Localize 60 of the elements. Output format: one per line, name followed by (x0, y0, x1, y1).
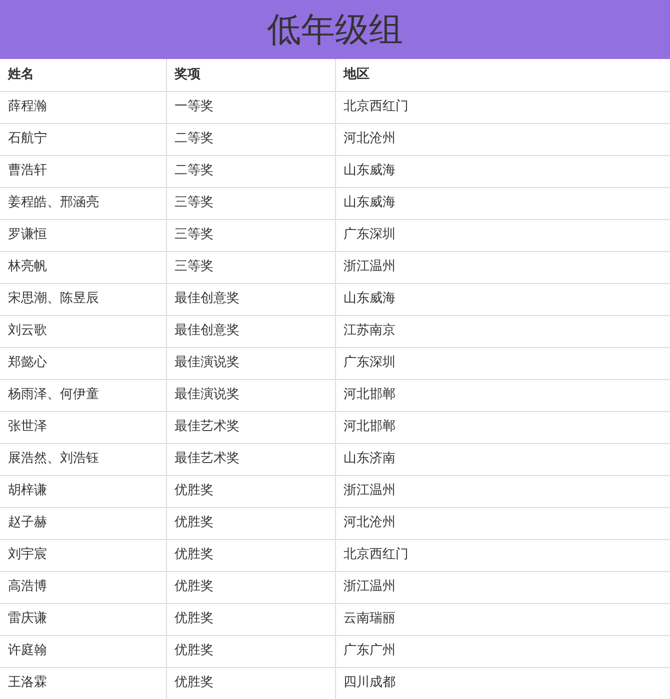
table-cell: 三等奖 (166, 187, 335, 219)
table-cell: 最佳创意奖 (166, 283, 335, 315)
table-cell: 三等奖 (166, 251, 335, 283)
table-cell: 最佳演说奖 (166, 379, 335, 411)
table-cell: 高浩博 (0, 571, 166, 603)
table-cell: 曹浩轩 (0, 155, 166, 187)
table-cell: 刘宇宸 (0, 539, 166, 571)
table-cell: 河北邯郸 (335, 411, 670, 443)
table-cell: 优胜奖 (166, 507, 335, 539)
table-cell: 优胜奖 (166, 475, 335, 507)
table-cell: 浙江温州 (335, 475, 670, 507)
table-cell: 张世泽 (0, 411, 166, 443)
table-cell: 林亮帆 (0, 251, 166, 283)
table-cell: 河北沧州 (335, 507, 670, 539)
table-cell: 赵子赫 (0, 507, 166, 539)
table-cell: 刘云歌 (0, 315, 166, 347)
table-cell: 山东济南 (335, 443, 670, 475)
table-cell: 江苏南京 (335, 315, 670, 347)
table-cell: 浙江温州 (335, 251, 670, 283)
table-cell: 王洛霖 (0, 667, 166, 699)
table-cell: 河北沧州 (335, 123, 670, 155)
table-cell: 宋思潮、陈昱辰 (0, 283, 166, 315)
table-cell: 姜程皓、邢涵亮 (0, 187, 166, 219)
table-cell: 展浩然、刘浩钰 (0, 443, 166, 475)
table-cell: 一等奖 (166, 91, 335, 123)
table-cell: 四川成都 (335, 667, 670, 699)
table-cell: 许庭翰 (0, 635, 166, 667)
page-title: 低年级组 (267, 12, 403, 46)
table-cell: 二等奖 (166, 123, 335, 155)
table-cell: 广东深圳 (335, 219, 670, 251)
table-cell: 最佳艺术奖 (166, 443, 335, 475)
table-cell: 北京西红门 (335, 539, 670, 571)
table-cell: 雷庆谦 (0, 603, 166, 635)
table-cell: 河北邯郸 (335, 379, 670, 411)
table-cell: 优胜奖 (166, 539, 335, 571)
table-cell: 优胜奖 (166, 603, 335, 635)
column-header: 姓名 (0, 59, 166, 91)
table-cell: 北京西红门 (335, 91, 670, 123)
table-cell: 云南瑞丽 (335, 603, 670, 635)
table-cell: 广东广州 (335, 635, 670, 667)
table-cell: 最佳创意奖 (166, 315, 335, 347)
table-cell: 郑懿心 (0, 347, 166, 379)
table-cell: 最佳艺术奖 (166, 411, 335, 443)
column-header: 地区 (335, 59, 670, 91)
table-cell: 山东威海 (335, 155, 670, 187)
table-cell: 山东威海 (335, 283, 670, 315)
table-cell: 最佳演说奖 (166, 347, 335, 379)
table-cell: 三等奖 (166, 219, 335, 251)
table-cell: 杨雨泽、何伊童 (0, 379, 166, 411)
table-cell: 浙江温州 (335, 571, 670, 603)
table-cell: 优胜奖 (166, 635, 335, 667)
table-cell: 胡梓谦 (0, 475, 166, 507)
table-cell: 薛程瀚 (0, 91, 166, 123)
table-cell: 二等奖 (166, 155, 335, 187)
column-header: 奖项 (166, 59, 335, 91)
table-cell: 石航宁 (0, 123, 166, 155)
table-cell: 罗谦恒 (0, 219, 166, 251)
table-cell: 广东深圳 (335, 347, 670, 379)
table-cell: 山东威海 (335, 187, 670, 219)
table-cell: 优胜奖 (166, 571, 335, 603)
